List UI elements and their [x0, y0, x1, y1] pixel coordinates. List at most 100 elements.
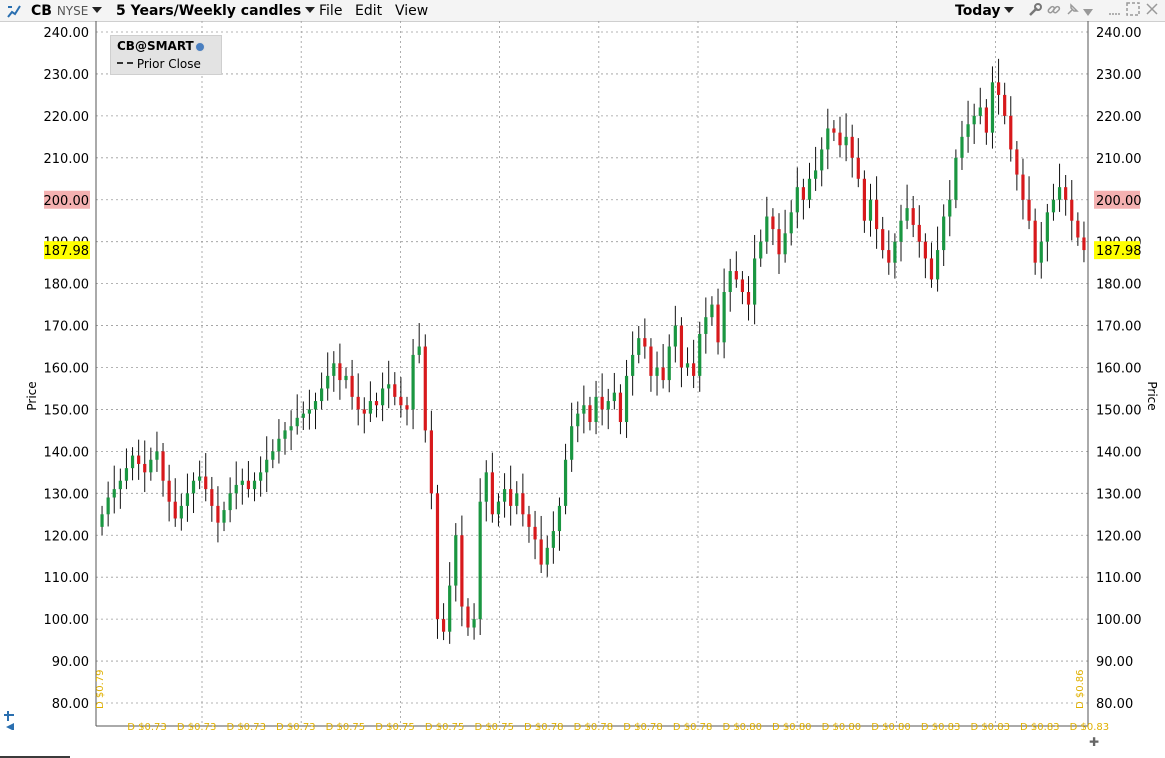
candle-up: [990, 82, 995, 133]
candle-down: [405, 405, 409, 410]
candle-up: [624, 375, 629, 423]
link-icon[interactable]: [1046, 2, 1062, 18]
y-tick-label: 150.00: [44, 403, 90, 418]
legend-instrument: CB@SMART: [117, 39, 194, 53]
wrench-icon[interactable]: [1027, 2, 1043, 18]
close-icon[interactable]: [1145, 2, 1161, 18]
y-tick-label: 100.00: [44, 613, 90, 628]
chart-app-icon[interactable]: [6, 3, 22, 23]
symbol-selector[interactable]: CB NYSE: [31, 3, 103, 19]
candle-up: [332, 363, 336, 376]
candle-up: [972, 115, 976, 125]
candle-down: [801, 187, 806, 200]
candle-up: [387, 384, 391, 389]
candle-down: [509, 489, 513, 506]
y-tick-label: 80.00: [1096, 697, 1133, 712]
chart-legend[interactable]: CB@SMART Prior Close: [110, 35, 222, 75]
menu-file[interactable]: File: [319, 3, 342, 19]
candle-up: [155, 451, 159, 460]
candle-up: [551, 531, 555, 548]
candle-down: [1003, 94, 1007, 116]
candle-down: [161, 451, 165, 481]
candle-up: [179, 505, 183, 519]
candle-down: [246, 480, 251, 490]
candle-down: [399, 396, 403, 406]
candle-up: [496, 501, 501, 515]
y-tick-label: 80.00: [52, 697, 89, 712]
y-tick-label: 210.00: [1096, 152, 1142, 167]
candle-down: [661, 367, 665, 381]
candle-up: [594, 396, 598, 423]
candle-up: [484, 472, 488, 502]
candle-up: [563, 459, 568, 506]
menu-view[interactable]: View: [395, 3, 428, 19]
candle-down: [429, 430, 433, 494]
y-tick-label: 170.00: [1096, 320, 1142, 335]
candle-down: [350, 375, 354, 397]
candle-down: [862, 178, 866, 221]
candle-down: [1033, 220, 1037, 263]
candle-down: [539, 539, 543, 565]
y-tick-label: 160.00: [1096, 362, 1142, 377]
candle-up: [240, 480, 244, 485]
candle-down: [929, 258, 934, 280]
minimize-icon[interactable]: [1108, 2, 1124, 18]
candle-up: [265, 459, 269, 473]
candle-up: [942, 216, 946, 251]
price-chart[interactable]: D $0.79 D $0.86D $0.73 D $0.73 D $0.73 D $0.…: [0, 21, 1165, 758]
candle-up: [198, 476, 202, 481]
chart-footer: ✚: [0, 730, 1165, 758]
candle-up: [228, 493, 232, 511]
chevron-down-icon[interactable]: [1083, 6, 1099, 22]
y-tick-label: 220.00: [44, 110, 90, 125]
exchange-label: NYSE: [56, 4, 89, 18]
candle-up: [637, 338, 641, 355]
legend-settings-icon[interactable]: [195, 42, 205, 52]
candle-up: [698, 333, 702, 376]
candle-up: [820, 149, 824, 171]
legend-prior-close-label: Prior Close: [136, 57, 201, 71]
candle-down: [167, 480, 171, 502]
dividend-label: D $0.79: [95, 669, 106, 709]
candle-down: [1082, 237, 1086, 251]
maximize-icon[interactable]: [1126, 2, 1142, 18]
pin-icon[interactable]: [1064, 2, 1080, 18]
candle-up: [1057, 187, 1062, 200]
y-tick-label: 170.00: [44, 320, 90, 335]
candle-up: [704, 317, 708, 334]
y-tick-label: 130.00: [1096, 487, 1142, 502]
legend-prior-close: Prior Close: [117, 57, 201, 71]
candle-up: [252, 480, 257, 490]
candle-down: [600, 396, 604, 410]
period-selector[interactable]: 5 Years/Weekly candles: [116, 3, 316, 19]
range-selector[interactable]: Today: [955, 3, 1015, 19]
candle-up: [868, 199, 873, 221]
candle-up: [448, 585, 452, 632]
candle-up: [259, 472, 263, 481]
crosshair-icon[interactable]: [4, 711, 14, 731]
candle-up: [313, 401, 318, 410]
chevron-down-icon: [305, 7, 316, 13]
menu-edit[interactable]: Edit: [355, 3, 382, 19]
candle-up: [277, 438, 281, 452]
candle-up: [417, 346, 421, 355]
candle-down: [984, 107, 988, 133]
candle-down: [649, 346, 653, 376]
candle-up: [667, 346, 671, 381]
candle-up: [1045, 212, 1049, 242]
symbol-label: CB: [31, 3, 52, 19]
y-tick-label: 240.00: [44, 26, 90, 41]
candle-down: [338, 363, 342, 381]
y-tick-label: 140.00: [44, 445, 90, 460]
candle-up: [722, 292, 726, 343]
candle-up: [100, 514, 104, 527]
candle-up: [655, 367, 659, 376]
y-tick-label: 220.00: [1096, 110, 1142, 125]
candle-up: [570, 426, 574, 460]
candle-up: [582, 405, 586, 414]
y-tick-label: 200.00: [1096, 194, 1142, 209]
candle-up: [130, 455, 135, 469]
candle-up: [149, 459, 153, 473]
scroll-right-icon[interactable]: ✚: [1089, 735, 1099, 749]
candle-down: [771, 216, 775, 230]
